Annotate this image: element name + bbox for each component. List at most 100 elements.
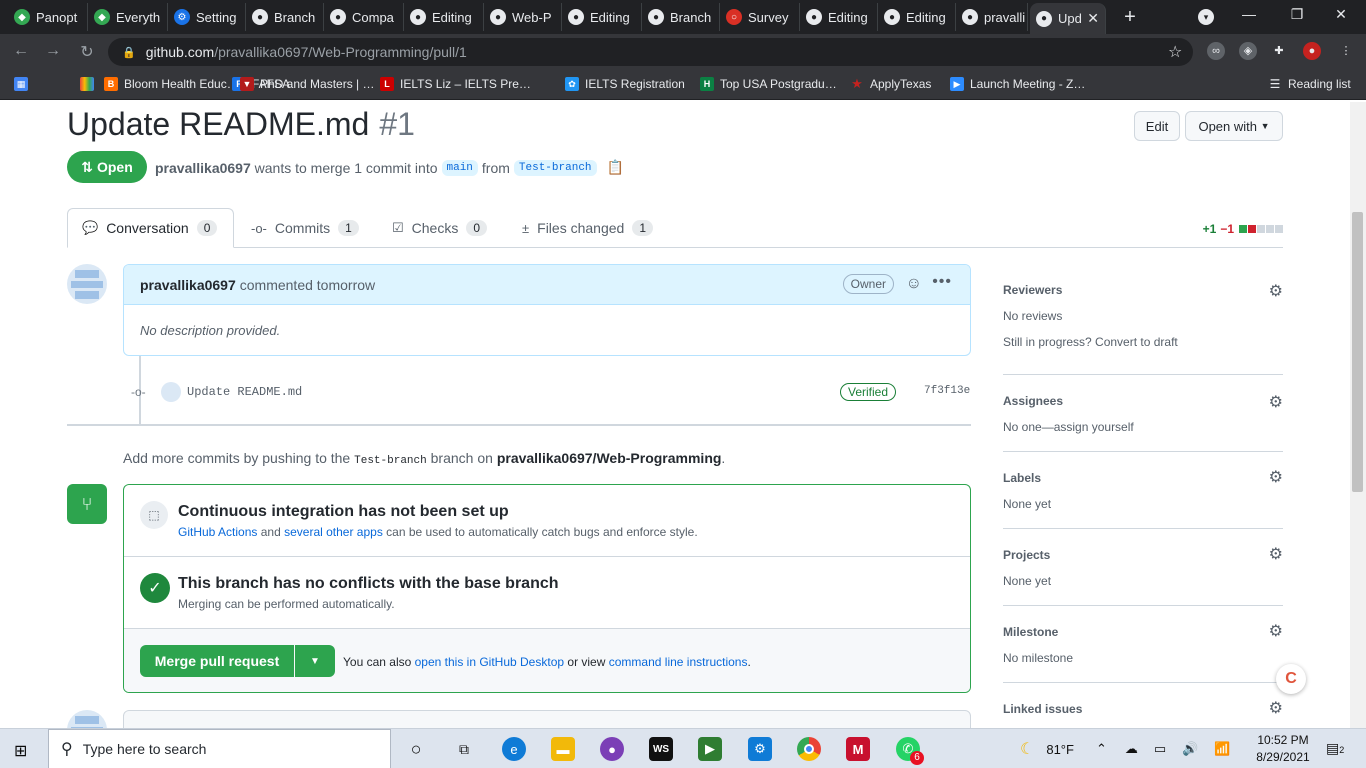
browser-tab[interactable]: ● Editing (800, 3, 878, 31)
shield-extension-icon[interactable]: ◈ (1239, 42, 1257, 60)
bookmark-item[interactable]: ★ ApplyTexas (850, 77, 931, 92)
assign-yourself-link[interactable]: No one—assign yourself (1003, 420, 1134, 434)
tab-commits[interactable]: -o- Commits 1 (251, 208, 359, 248)
volume-icon[interactable]: 🔊 (1182, 741, 1198, 757)
new-comment-box[interactable] (123, 710, 971, 728)
github-actions-link[interactable]: GitHub Actions (178, 525, 257, 539)
tab-search-icon[interactable]: ▾ (1198, 9, 1214, 25)
close-tab-icon[interactable]: ✕ (1087, 10, 1099, 27)
tab-conversation[interactable]: 💬 Conversation 0 (67, 208, 234, 248)
new-tab-button[interactable]: + (1118, 6, 1142, 29)
mcafee-icon[interactable]: M (846, 737, 870, 761)
verified-badge[interactable]: Verified (840, 383, 897, 401)
menu-kebab-icon[interactable]: ⋮ (1337, 42, 1355, 60)
head-branch[interactable]: Test-branch (513, 159, 597, 176)
restore-icon[interactable]: ❐ (1282, 6, 1312, 23)
windows-start-icon[interactable]: ⊞ (14, 741, 27, 761)
gear-icon[interactable]: ⚙ (1269, 621, 1283, 641)
gear-icon[interactable]: ⚙ (1269, 281, 1283, 301)
gear-icon[interactable]: ⚙ (1269, 392, 1283, 412)
browser-tab[interactable]: ● Branch (246, 3, 324, 31)
kebab-horizontal-icon[interactable]: ••• (932, 273, 952, 291)
copy-clipboard-icon[interactable]: 📋 (607, 159, 624, 176)
back-icon[interactable]: ← (10, 42, 32, 60)
open-with-button[interactable]: Open with ▼ (1185, 111, 1283, 141)
edge-icon[interactable]: e (502, 737, 526, 761)
other-apps-link[interactable]: several other apps (284, 525, 383, 539)
bookmark-item[interactable]: L IELTS Liz – IELTS Pre… (380, 77, 531, 91)
merge-method-dropdown[interactable]: ▼ (295, 645, 335, 677)
avatar[interactable] (67, 710, 107, 728)
bookmark-star-icon[interactable]: ☆ (1168, 42, 1182, 62)
browser-tab[interactable]: ◆ Panopt (8, 3, 88, 31)
avatar[interactable] (161, 382, 181, 402)
gear-icon[interactable]: ⚙ (1269, 467, 1283, 487)
task-view-icon[interactable]: ⧉ (452, 737, 476, 761)
extension-logo-icon[interactable]: C (1276, 664, 1306, 694)
system-clock[interactable]: 10:52 PM 8/29/2021 (1255, 732, 1311, 766)
sidebar-heading[interactable]: Projects (1003, 548, 1050, 562)
base-branch[interactable]: main (441, 159, 478, 176)
webstorm-icon[interactable]: WS (649, 737, 673, 761)
convert-to-draft-link[interactable]: Still in progress? Convert to draft (1003, 335, 1178, 349)
edit-button[interactable]: Edit (1134, 111, 1180, 141)
browser-tab[interactable]: ● Branch (642, 3, 720, 31)
sidebar-heading[interactable]: Milestone (1003, 625, 1058, 639)
temperature[interactable]: 81°F (1046, 742, 1074, 757)
gear-icon[interactable]: ⚙ (1269, 698, 1283, 718)
smiley-icon[interactable]: ☺ (906, 275, 922, 293)
pr-author-link[interactable]: pravallika0697 (155, 160, 251, 176)
close-window-icon[interactable]: ✕ (1326, 6, 1356, 23)
bookmark-item[interactable] (80, 77, 100, 91)
bookmark-item[interactable]: H Top USA Postgradu… (700, 77, 837, 91)
onedrive-icon[interactable]: ☁ (1125, 741, 1138, 757)
forward-icon[interactable]: → (42, 42, 64, 60)
bookmark-item[interactable]: ▼ PhD and Masters | … (240, 77, 375, 91)
whatsapp-icon[interactable]: ✆ 6 (896, 737, 924, 765)
tab-checks[interactable]: ☑ Checks 0 (392, 208, 488, 248)
github-desktop-link[interactable]: open this in GitHub Desktop (415, 655, 564, 669)
browser-tab[interactable]: ● pravalli (956, 3, 1028, 31)
minimize-icon[interactable]: — (1234, 6, 1264, 22)
media-player-icon[interactable]: ▶ (698, 737, 722, 761)
commit-sha-link[interactable]: 7f3f13e (924, 385, 970, 397)
github-desktop-icon[interactable]: ● (600, 737, 624, 761)
notification-center-icon[interactable]: ▤2 (1326, 740, 1344, 757)
extension-icon[interactable]: ∞ (1207, 42, 1225, 60)
sidebar-heading[interactable]: Reviewers (1003, 283, 1062, 297)
merge-pull-request-button[interactable]: Merge pull request (140, 645, 294, 677)
browser-tab-active[interactable]: ● Upd ✕ (1030, 3, 1106, 34)
browser-tab[interactable]: ⚙ Setting (168, 3, 246, 31)
avatar[interactable] (67, 264, 107, 304)
tab-files-changed[interactable]: ± Files changed 1 (522, 208, 653, 248)
browser-tab[interactable]: ○ Survey (720, 3, 800, 31)
reload-icon[interactable]: ↻ (76, 42, 98, 62)
browser-tab[interactable]: ● Editing (878, 3, 956, 31)
file-explorer-icon[interactable]: ▬ (551, 737, 575, 761)
profile-avatar[interactable]: ● (1303, 42, 1321, 60)
apps-button[interactable]: ▦ (14, 77, 34, 91)
repo-link[interactable]: pravallika0697/Web-Programming (497, 450, 722, 466)
wifi-icon[interactable]: 📶 (1214, 741, 1230, 757)
taskbar-search-input[interactable]: ⚲ Type here to search (48, 729, 391, 768)
sidebar-heading[interactable]: Assignees (1003, 394, 1063, 408)
bookmark-item[interactable]: B Bloom Health Educ… (104, 77, 239, 91)
weather-moon-icon[interactable]: ☾ (1020, 739, 1034, 759)
address-bar[interactable]: 🔒 github.com/pravallika0697/Web-Programm… (108, 38, 1193, 66)
show-hidden-icons-icon[interactable]: ⌃ (1096, 741, 1107, 757)
browser-tab[interactable]: ● Editing (562, 3, 642, 31)
bookmark-item[interactable]: ✿ IELTS Registration (565, 77, 685, 91)
battery-icon[interactable]: ▭ (1154, 741, 1166, 757)
commit-message-link[interactable]: Update README.md (187, 385, 302, 399)
browser-tab[interactable]: ● Compa (324, 3, 404, 31)
bookmark-item[interactable]: ▶ Launch Meeting - Z… (950, 77, 1085, 91)
browser-tab[interactable]: ● Web-P (484, 3, 562, 31)
chrome-icon[interactable] (797, 737, 821, 761)
comment-author-link[interactable]: pravallika0697 (140, 277, 236, 293)
reading-list-button[interactable]: ☰ Reading list (1268, 77, 1351, 91)
puzzle-extensions-icon[interactable]: ✚ (1270, 42, 1288, 60)
scrollbar-thumb[interactable] (1352, 212, 1363, 492)
command-line-link[interactable]: command line instructions (609, 655, 748, 669)
browser-tab[interactable]: ● Editing (404, 3, 484, 31)
settings-app-icon[interactable]: ⚙ (748, 737, 772, 761)
